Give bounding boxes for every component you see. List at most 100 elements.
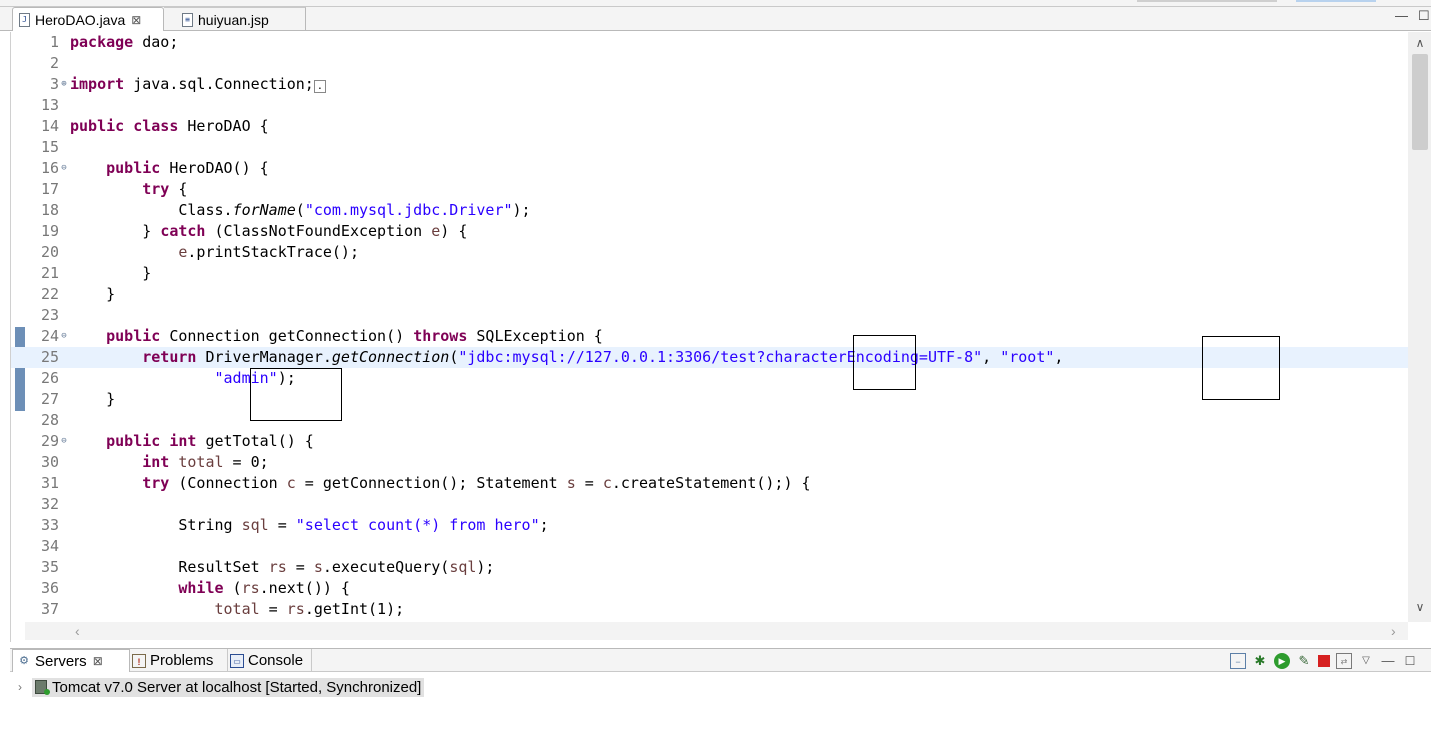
code-line[interactable]: 1 package dao;: [11, 32, 1408, 53]
view-menu-icon[interactable]: ▽: [1358, 653, 1374, 669]
code-text: ResultSet rs = s.executeQuery(sql);: [70, 558, 495, 576]
code-line[interactable]: 34: [11, 536, 1408, 557]
code-line[interactable]: 25 return DriverManager.getConnection("j…: [11, 347, 1408, 368]
code-line[interactable]: 29 ⊖ public int getTotal() {: [11, 431, 1408, 452]
publish-icon[interactable]: ⇄: [1336, 653, 1352, 669]
tab-label: Problems: [150, 652, 214, 669]
tab-servers[interactable]: ⚙ Servers ⊠: [12, 649, 130, 672]
code-line[interactable]: 22 }: [11, 284, 1408, 305]
stop-server-icon[interactable]: [1318, 655, 1330, 667]
line-number: 21: [40, 264, 59, 282]
line-number: 29: [40, 432, 59, 450]
line-number: 1: [49, 33, 59, 51]
line-number: 15: [40, 138, 59, 156]
code-line[interactable]: 37 total = rs.getInt(1);: [11, 599, 1408, 620]
collapse-all-icon[interactable]: −: [1230, 653, 1246, 669]
code-text: } catch (ClassNotFoundException e) {: [70, 222, 468, 240]
fold-toggle-icon[interactable]: ⊖: [59, 326, 69, 347]
code-line[interactable]: 27 }: [11, 389, 1408, 410]
editor-tab-bar: J HeroDAO.java ⊠ ≡ huiyuan.jsp — ☐: [0, 0, 1431, 31]
maximize-icon[interactable]: ☐: [1418, 8, 1430, 24]
annotation-box-root: [1202, 336, 1280, 400]
code-line[interactable]: 17 try {: [11, 179, 1408, 200]
horizontal-scrollbar[interactable]: ‹ ›: [25, 622, 1408, 640]
line-number: 30: [40, 453, 59, 471]
minimize-icon[interactable]: —: [1395, 8, 1408, 23]
tab-problems[interactable]: ! Problems: [130, 649, 228, 672]
code-text: public class HeroDAO {: [70, 117, 269, 135]
code-line[interactable]: 28: [11, 410, 1408, 431]
code-line[interactable]: 30 int total = 0;: [11, 452, 1408, 473]
line-number: 24: [40, 327, 59, 345]
line-number: 3: [49, 75, 59, 93]
line-number: 28: [40, 411, 59, 429]
tab-console[interactable]: ▭ Console: [228, 649, 312, 672]
code-text: while (rs.next()) {: [178, 579, 350, 597]
scroll-up-icon[interactable]: ∧: [1408, 34, 1431, 52]
code-text: int total = 0;: [142, 453, 269, 471]
tab-herodao-java[interactable]: J HeroDAO.java ⊠: [12, 7, 164, 31]
code-line[interactable]: 15: [11, 137, 1408, 158]
code-line[interactable]: 23: [11, 305, 1408, 326]
code-line[interactable]: 32: [11, 494, 1408, 515]
code-text: String sql = "select count(*) from hero"…: [70, 516, 549, 534]
code-editor[interactable]: 1 package dao; 2 3 ⊕ import java.sql.Connecti…: [10, 32, 1431, 642]
code-line[interactable]: 2: [11, 53, 1408, 74]
java-file-icon: J: [19, 12, 30, 27]
code-line[interactable]: 35 ResultSet rs = s.executeQuery(sql);: [11, 557, 1408, 578]
annotation-box-test: [853, 335, 916, 390]
profile-server-icon[interactable]: ✎: [1296, 653, 1312, 669]
code-text: total = rs.getInt(1);: [214, 600, 405, 618]
line-number: 14: [40, 117, 59, 135]
code-line[interactable]: 24 ⊖ public Connection getConnection() th…: [11, 326, 1408, 347]
code-line[interactable]: 16 ⊖ public HeroDAO() {: [11, 158, 1408, 179]
server-label: Tomcat v7.0 Server at localhost [Started…: [52, 678, 422, 696]
scroll-thumb[interactable]: [1412, 54, 1428, 150]
fold-toggle-icon[interactable]: ⊕: [59, 74, 69, 95]
fold-toggle-icon[interactable]: ⊖: [59, 158, 69, 179]
maximize-panel-icon[interactable]: ☐: [1402, 653, 1418, 669]
server-tree-item[interactable]: › Tomcat v7.0 Server at localhost [Start…: [18, 676, 425, 698]
code-lines[interactable]: 1 package dao; 2 3 ⊕ import java.sql.Connecti…: [11, 32, 1408, 622]
code-line[interactable]: 31 try (Connection c = getConnection(); …: [11, 473, 1408, 494]
code-text: e.printStackTrace();: [178, 243, 359, 261]
server-entry[interactable]: Tomcat v7.0 Server at localhost [Started…: [32, 677, 425, 697]
fold-toggle-icon[interactable]: ⊖: [59, 431, 69, 452]
tab-huiyuan-jsp[interactable]: ≡ huiyuan.jsp: [164, 7, 306, 31]
window-top-bar-segment: [1137, 0, 1277, 2]
close-tab-icon[interactable]: ⊠: [93, 654, 103, 668]
expand-arrow-icon[interactable]: ›: [18, 680, 32, 694]
code-text: try (Connection c = getConnection(); Sta…: [142, 474, 811, 492]
code-text: try {: [142, 180, 188, 198]
jsp-file-icon: ≡: [182, 12, 193, 27]
tab-label: Console: [248, 652, 304, 669]
scroll-right-icon[interactable]: ›: [1391, 622, 1396, 640]
line-number: 36: [40, 579, 59, 597]
close-tab-icon[interactable]: ⊠: [131, 13, 141, 27]
line-number: 27: [40, 390, 59, 408]
code-line[interactable]: 18 Class.forName("com.mysql.jdbc.Driver"…: [11, 200, 1408, 221]
code-line[interactable]: 33 String sql = "select count(*) from he…: [11, 515, 1408, 536]
code-text: }: [70, 390, 116, 408]
vertical-scrollbar[interactable]: ∧ ∨: [1408, 32, 1431, 622]
code-line[interactable]: 14 public class HeroDAO {: [11, 116, 1408, 137]
start-server-icon[interactable]: ▶: [1274, 653, 1290, 669]
code-line[interactable]: 13: [11, 95, 1408, 116]
line-number: 34: [40, 537, 59, 555]
servers-view: › Tomcat v7.0 Server at localhost [Start…: [10, 673, 1431, 731]
code-line[interactable]: 26 "admin");: [11, 368, 1408, 389]
line-number: 20: [40, 243, 59, 261]
scroll-down-icon[interactable]: ∨: [1408, 598, 1431, 616]
line-number: 26: [40, 369, 59, 387]
code-line[interactable]: 19 } catch (ClassNotFoundException e) {: [11, 221, 1408, 242]
scroll-left-icon[interactable]: ‹: [75, 622, 80, 640]
minimize-panel-icon[interactable]: —: [1380, 653, 1396, 669]
debug-server-icon[interactable]: ✱: [1252, 653, 1268, 669]
tab-label: HeroDAO.java: [35, 11, 126, 28]
code-line[interactable]: 36 while (rs.next()) {: [11, 578, 1408, 599]
code-line[interactable]: 3 ⊕ import java.sql.Connection;.: [11, 74, 1408, 95]
tab-label: huiyuan.jsp: [198, 11, 269, 28]
code-line[interactable]: 20 e.printStackTrace();: [11, 242, 1408, 263]
line-number: 22: [40, 285, 59, 303]
code-line[interactable]: 21 }: [11, 263, 1408, 284]
